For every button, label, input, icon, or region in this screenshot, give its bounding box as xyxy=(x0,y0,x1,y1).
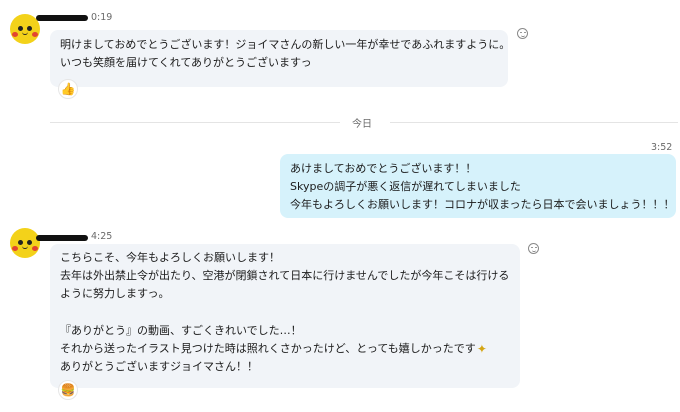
contact-avatar[interactable] xyxy=(10,228,40,258)
date-divider-line-right xyxy=(390,122,678,123)
message-line xyxy=(60,304,510,322)
message-timestamp: 3:52 xyxy=(651,142,673,153)
date-divider-line-left xyxy=(50,122,340,123)
redacted-sender-name xyxy=(36,15,88,21)
message-line: 『ありがとう』の動画、すごくきれいでした…！ xyxy=(60,323,302,337)
message-line: 今年もよろしくお願いします！コロナが収まったら日本で会いましょう！！！ xyxy=(290,198,675,212)
message-bubble[interactable]: あけましておめでとうございます！！ Skypeの調子が悪く返信が遅れてしまいまし… xyxy=(280,154,676,218)
redacted-sender-name xyxy=(36,235,88,241)
message-line: それから送ったイラスト見つけた時は照れくさかったけど、とっても嬉しかったです xyxy=(60,342,476,355)
message-line: 明けましておめでとうございます！ジョイマさんの新しい一年が幸せであふれますように… xyxy=(60,38,511,51)
add-reaction-icon[interactable] xyxy=(517,28,528,39)
message-timestamp: 4:25 xyxy=(91,231,113,242)
message-line: いつも笑顔を届けてくれてありがとうございますっ xyxy=(60,56,312,70)
message-timestamp: 0:19 xyxy=(91,12,113,23)
message-line: ように努力しますっ。 xyxy=(60,287,170,301)
message-line: あけましておめでとうございます！！ xyxy=(290,162,477,175)
add-reaction-icon[interactable] xyxy=(528,243,539,254)
message-line: Skypeの調子が悪く返信が遅れてしまいました xyxy=(290,180,521,194)
message-bubble[interactable]: こちらこそ、今年もよろしくお願いします！ 去年は外出禁止令が出たり、空港が閉鎖さ… xyxy=(50,244,520,388)
sparkle-icon: ✦ xyxy=(476,342,487,356)
message-bubble[interactable]: 明けましておめでとうございます！ジョイマさんの新しい一年が幸せであふれますように… xyxy=(50,30,511,87)
burger-icon[interactable]: 🍔 xyxy=(58,380,78,400)
thumbs-up-icon[interactable]: 👍 xyxy=(58,79,78,99)
date-divider-label: 今日 xyxy=(352,119,372,130)
message-line: ありがとうございますジョイマさん！！ xyxy=(60,360,258,374)
message-line: こちらこそ、今年もよろしくお願いします！ xyxy=(60,251,280,264)
message-line: 去年は外出禁止令が出たり、空港が閉鎖されて日本に行けませんでしたが今年こそは行け… xyxy=(60,269,510,283)
